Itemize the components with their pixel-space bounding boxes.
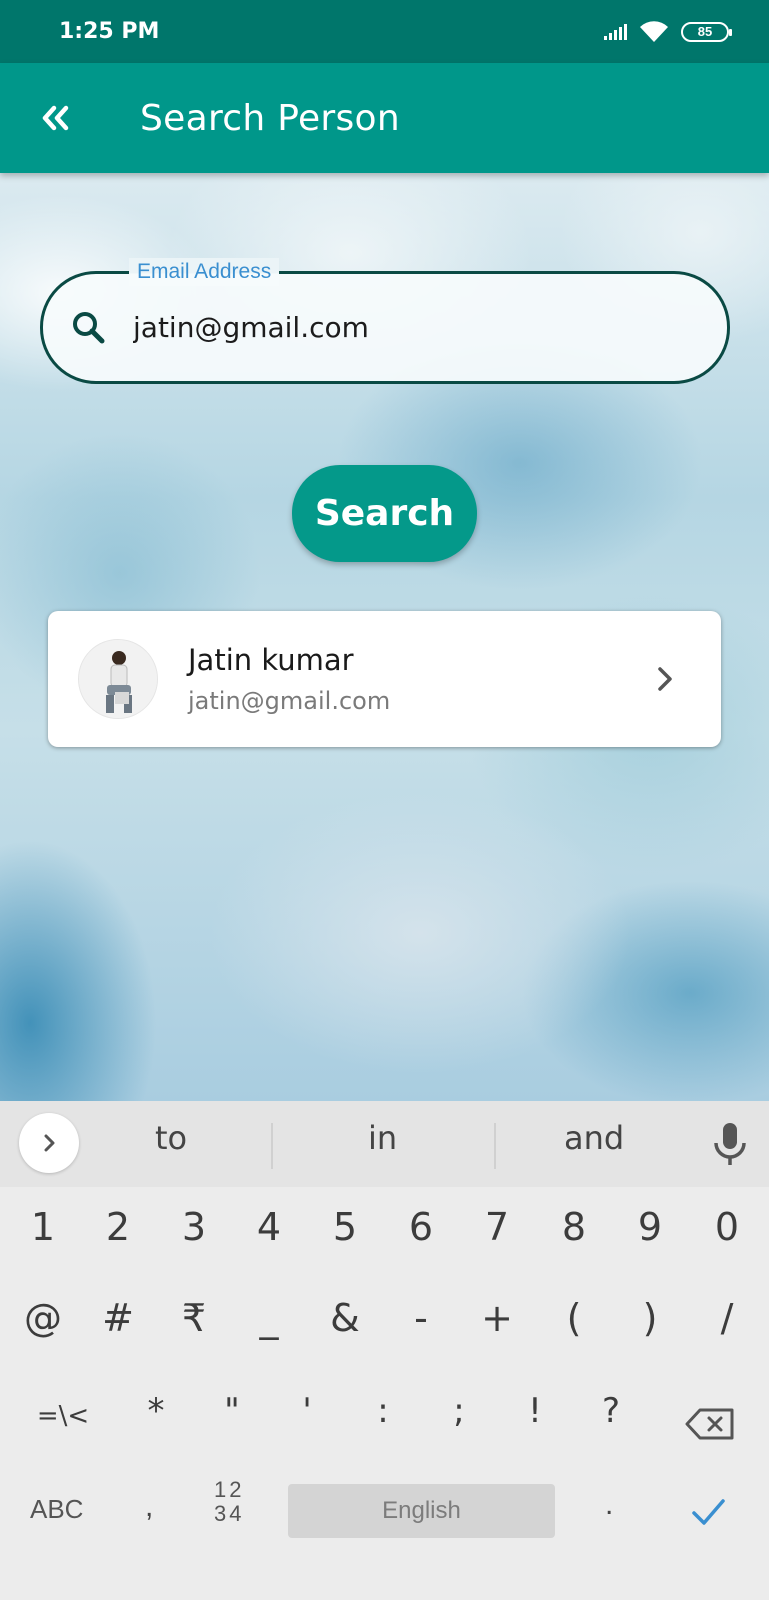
key-close-paren[interactable]: ) <box>620 1296 680 1340</box>
key-minus[interactable]: - <box>391 1296 451 1340</box>
key-colon[interactable]: : <box>353 1391 413 1431</box>
status-bar: 1:25 PM 85 <box>0 0 769 63</box>
result-email: jatin@gmail.com <box>188 687 391 715</box>
key-9[interactable]: 9 <box>620 1205 680 1249</box>
app-bar: Search Person <box>0 63 769 173</box>
check-icon[interactable] <box>688 1492 728 1532</box>
status-time: 1:25 PM <box>59 19 160 44</box>
signal-icon <box>604 23 627 40</box>
key-single-quote[interactable]: ' <box>277 1391 337 1431</box>
key-5[interactable]: 5 <box>315 1205 375 1249</box>
search-icon <box>73 311 105 343</box>
email-field-label: Email Address <box>129 258 280 286</box>
key-1[interactable]: 1 <box>13 1205 73 1249</box>
content-area: Email Address Search Jatin kumar jatin@g… <box>0 173 769 1101</box>
avatar <box>78 639 158 719</box>
key-question[interactable]: ? <box>581 1391 641 1431</box>
key-open-paren[interactable]: ( <box>544 1296 604 1340</box>
key-exclamation[interactable]: ! <box>505 1391 565 1431</box>
double-chevron-left-icon[interactable] <box>28 90 84 146</box>
key-rupee[interactable]: ₹ <box>164 1296 224 1340</box>
chevron-right-icon <box>658 667 672 691</box>
space-bar[interactable]: English <box>288 1484 555 1538</box>
key-comma[interactable]: , <box>145 1490 153 1524</box>
key-slash[interactable]: / <box>697 1296 757 1340</box>
suggestion-in[interactable]: in <box>368 1119 397 1157</box>
result-card[interactable]: Jatin kumar jatin@gmail.com <box>48 611 721 747</box>
key-ampersand[interactable]: & <box>315 1296 375 1340</box>
key-7[interactable]: 7 <box>467 1205 527 1249</box>
status-icons: 85 <box>604 20 732 44</box>
result-text: Jatin kumar jatin@gmail.com <box>188 643 645 715</box>
expand-toolbar-button[interactable] <box>19 1113 79 1173</box>
key-asterisk[interactable]: * <box>126 1391 186 1431</box>
suggestion-to[interactable]: to <box>155 1119 187 1157</box>
key-hash[interactable]: # <box>88 1296 148 1340</box>
result-name: Jatin kumar <box>188 643 354 677</box>
symbol-row: @ # ₹ _ & - + ( ) / <box>0 1282 769 1377</box>
microphone-icon[interactable] <box>710 1121 750 1167</box>
key-4[interactable]: 4 <box>239 1205 299 1249</box>
key-underscore[interactable]: _ <box>239 1296 299 1340</box>
chevron-right-icon <box>44 1134 55 1152</box>
suggestion-bar: to in and <box>0 1101 769 1187</box>
suggestion-divider <box>271 1123 273 1169</box>
search-button[interactable]: Search <box>292 465 477 562</box>
numpad-key[interactable]: 12 34 <box>214 1478 244 1526</box>
key-period[interactable]: . <box>605 1488 613 1522</box>
abc-key[interactable]: ABC <box>30 1494 83 1525</box>
page-title: Search Person <box>140 97 400 139</box>
key-6[interactable]: 6 <box>391 1205 451 1249</box>
key-semicolon[interactable]: ; <box>429 1391 489 1431</box>
key-3[interactable]: 3 <box>164 1205 224 1249</box>
wifi-icon <box>640 20 668 42</box>
punctuation-row: =\< * " ' : ; ! ? <box>0 1377 769 1472</box>
key-0[interactable]: 0 <box>697 1205 757 1249</box>
email-field[interactable]: Email Address <box>40 258 730 384</box>
keyboard-bottom-row: ABC , 12 34 English . <box>0 1472 769 1600</box>
key-double-quote[interactable]: " <box>202 1391 262 1431</box>
number-row: 1 2 3 4 5 6 7 8 9 0 <box>0 1187 769 1282</box>
key-plus[interactable]: + <box>467 1296 527 1340</box>
suggestion-and[interactable]: and <box>564 1119 624 1157</box>
backspace-icon[interactable] <box>684 1407 736 1441</box>
numpad-key-bottom: 34 <box>214 1501 245 1526</box>
key-at[interactable]: @ <box>13 1296 73 1340</box>
key-2[interactable]: 2 <box>88 1205 148 1249</box>
email-input[interactable] <box>133 311 693 344</box>
keyboard: to in and 1 2 3 4 5 6 7 8 9 0 @ # ₹ _ & … <box>0 1101 769 1600</box>
key-more-symbols[interactable]: =\< <box>31 1401 95 1431</box>
numpad-key-top: 12 <box>214 1477 245 1502</box>
suggestion-divider <box>494 1123 496 1169</box>
battery-icon: 85 <box>681 21 732 42</box>
key-8[interactable]: 8 <box>544 1205 604 1249</box>
